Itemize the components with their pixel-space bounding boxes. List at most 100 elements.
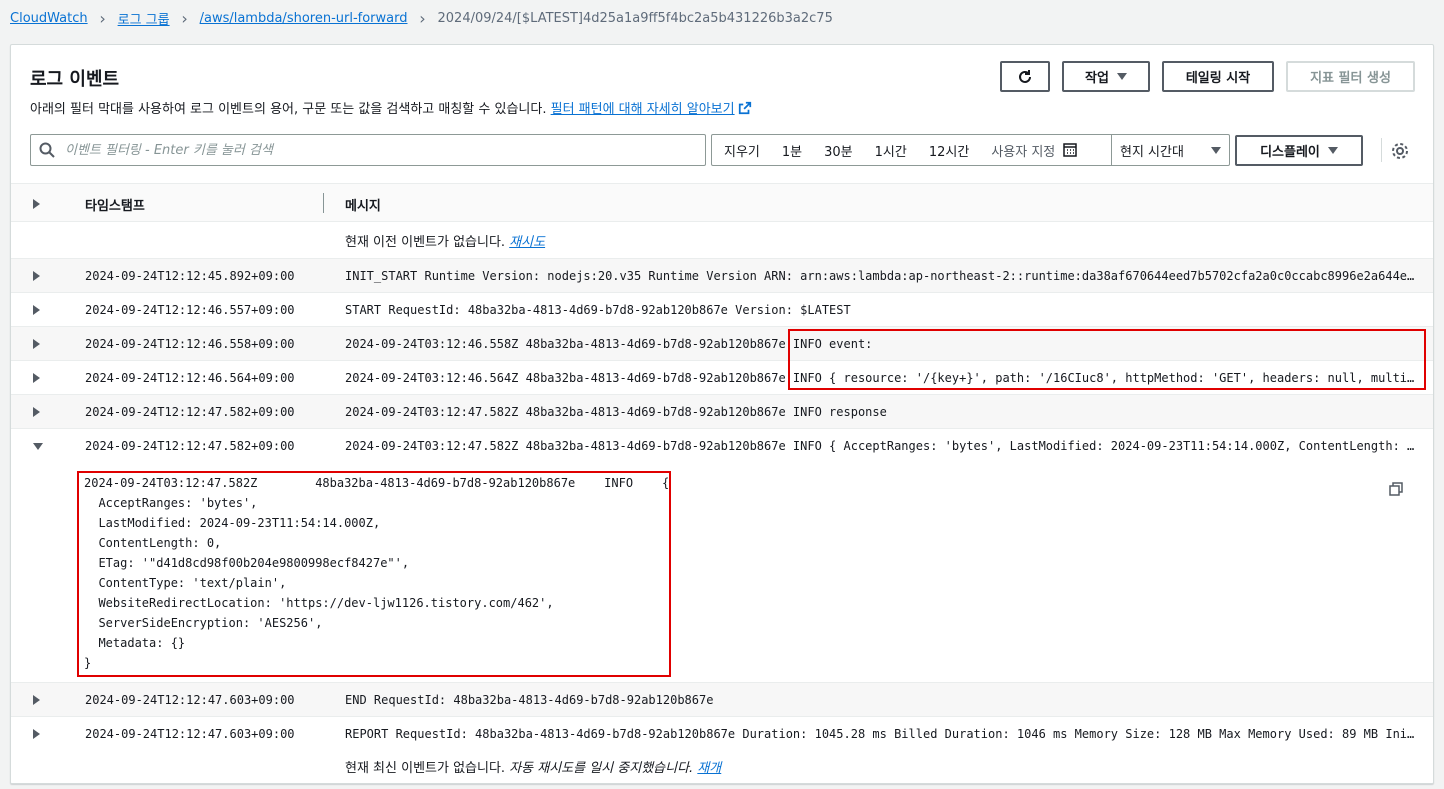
breadcrumb-log-groups[interactable]: 로그 그룹 [118,9,170,28]
actions-label: 작업 [1085,71,1109,86]
start-tailing-button[interactable]: 테일링 시작 [1162,61,1274,92]
row-timestamp: 2024-09-24T12:12:47.582+09:00 [85,405,295,419]
row-timestamp: 2024-09-24T12:12:47.603+09:00 [85,693,295,707]
search-input[interactable] [63,141,705,159]
caret-down-icon [1327,147,1338,154]
display-dropdown[interactable]: 디스플레이 [1235,135,1363,166]
json-line: WebsiteRedirectLocation: 'https://dev-lj… [84,596,554,610]
chevron-right-icon: › [99,8,106,28]
row-message: END RequestId: 48ba32ba-4813-4d69-b7d8-9… [345,693,714,707]
row-message: 2024-09-24T03:12:47.582Z 48ba32ba-4813-4… [345,439,1417,453]
json-line: ContentType: 'text/plain', [84,576,287,590]
breadcrumb: CloudWatch › 로그 그룹 › /aws/lambda/shoren-… [10,0,833,36]
expand-row-icon[interactable] [33,373,40,383]
range-custom-label: 사용자 지정 [991,144,1056,160]
learn-more-link[interactable]: 필터 패턴에 대해 자세히 알아보기 [550,101,752,117]
page-title: 로그 이벤트 [30,69,120,90]
expand-row-icon[interactable] [33,305,40,315]
resume-link[interactable]: 재개 [697,761,721,776]
log-events-panel: 로그 이벤트 아래의 필터 막대를 사용하여 로그 이벤트의 용어, 구문 또는… [10,44,1434,784]
breadcrumb-log-stream: 2024/09/24/[$LATEST]4d25a1a9ff5f4bc2a5b4… [437,10,833,26]
table-row[interactable]: 2024-09-24T12:12:47.603+09:00 REPORT Req… [11,716,1433,750]
create-metric-filter-label: 지표 필터 생성 [1310,71,1391,86]
caret-down-icon [1116,73,1127,80]
no-older-text: 현재 이전 이벤트가 없습니다. 재시도 [345,231,545,250]
expand-row-icon[interactable] [33,695,40,705]
panel-description: 아래의 필터 막대를 사용하여 로그 이벤트의 용어, 구문 또는 값을 검색하… [30,98,752,117]
range-1m[interactable]: 1분 [771,141,813,160]
json-line: 2024-09-24T03:12:47.582Z 48ba32ba-4813-4… [84,476,670,490]
collapse-row-icon[interactable] [33,443,43,450]
json-line: } [84,656,92,670]
table-row[interactable]: 2024-09-24T12:12:47.603+09:00 END Reques… [11,682,1433,716]
display-label: 디스플레이 [1260,145,1320,160]
row-message: 2024-09-24T03:12:46.564Z 48ba32ba-4813-4… [345,371,1417,385]
row-timestamp: 2024-09-24T12:12:47.582+09:00 [85,439,295,453]
no-newer-text: 현재 최신 이벤트가 없습니다. 자동 재시도를 일시 중지했습니다. 재개 [345,757,721,776]
row-timestamp: 2024-09-24T12:12:46.564+09:00 [85,371,295,385]
column-timestamp[interactable]: 타임스탬프 [85,195,145,214]
no-newer-label: 현재 최신 이벤트가 없습니다. [345,761,506,776]
row-message: 2024-09-24T03:12:47.582Z 48ba32ba-4813-4… [345,405,887,419]
range-12h[interactable]: 12시간 [918,141,980,160]
caret-down-icon [1211,146,1221,154]
copy-icon[interactable] [1389,482,1403,496]
timezone-select[interactable]: 현지 시간대 [1111,135,1229,165]
breadcrumb-cloudwatch[interactable]: CloudWatch [10,11,88,26]
description-text: 아래의 필터 막대를 사용하여 로그 이벤트의 용어, 구문 또는 값을 검색하… [30,102,547,117]
refresh-icon [1019,69,1031,83]
gear-icon[interactable] [1391,142,1409,160]
row-timestamp: 2024-09-24T12:12:46.558+09:00 [85,337,295,351]
table-row[interactable]: 2024-09-24T12:12:46.558+09:00 2024-09-24… [11,326,1433,360]
json-line: ContentLength: 0, [84,536,222,550]
learn-more-label: 필터 패턴에 대해 자세히 알아보기 [550,102,735,117]
row-message: REPORT RequestId: 48ba32ba-4813-4d69-b7d… [345,727,1417,741]
refresh-button[interactable] [1000,61,1050,92]
no-older-label: 현재 이전 이벤트가 없습니다. [345,235,506,250]
row-message: INIT_START Runtime Version: nodejs:20.v3… [345,269,1417,283]
row-message: 2024-09-24T03:12:46.558Z 48ba32ba-4813-4… [345,337,873,351]
column-message[interactable]: 메시지 [345,195,381,214]
event-json: 2024-09-24T03:12:47.582Z 48ba32ba-4813-4… [77,471,671,677]
range-clear[interactable]: 지우기 [712,141,771,160]
range-custom[interactable]: 사용자 지정 [980,141,1088,160]
json-line: ServerSideEncryption: 'AES256', [84,616,323,630]
chevron-right-icon: › [181,8,188,28]
row-timestamp: 2024-09-24T12:12:45.892+09:00 [85,269,295,283]
calendar-icon [1063,143,1077,157]
table-header: 타임스탬프 메시지 [11,183,1433,222]
paused-label: 자동 재시도를 일시 중지했습니다. [509,761,694,776]
search-icon [39,142,55,158]
breadcrumb-log-group[interactable]: /aws/lambda/shoren-url-forward [200,11,408,26]
table-row[interactable]: 2024-09-24T12:12:46.564+09:00 2024-09-24… [11,360,1433,394]
expand-row-icon[interactable] [33,271,40,281]
retry-link[interactable]: 재시도 [509,235,545,250]
table-row-expanded[interactable]: 2024-09-24T12:12:47.582+09:00 2024-09-24… [11,428,1433,465]
json-line: Metadata: {} [84,636,186,650]
start-tailing-label: 테일링 시작 [1185,71,1251,86]
json-line: ETag: '"d41d8cd98f00b204e9800998ecf8427e… [84,556,410,570]
divider [1381,138,1382,162]
row-message: START RequestId: 48ba32ba-4813-4d69-b7d8… [345,303,851,317]
row-timestamp: 2024-09-24T12:12:46.557+09:00 [85,303,295,317]
timezone-label: 현지 시간대 [1120,144,1184,160]
chevron-right-icon: › [419,8,426,28]
expand-row-icon[interactable] [33,339,40,349]
event-filter-search[interactable] [30,134,706,166]
column-divider [323,193,324,213]
expand-row-icon[interactable] [33,407,40,417]
table-row[interactable]: 2024-09-24T12:12:45.892+09:00 INIT_START… [11,258,1433,292]
range-30m[interactable]: 30분 [813,141,864,160]
table-row[interactable]: 2024-09-24T12:12:47.582+09:00 2024-09-24… [11,394,1433,428]
expand-all-icon[interactable] [33,199,40,209]
table-row[interactable]: 2024-09-24T12:12:46.557+09:00 START Requ… [11,292,1433,326]
expand-row-icon[interactable] [33,729,40,739]
row-timestamp: 2024-09-24T12:12:47.603+09:00 [85,727,295,741]
expanded-event-detail: 2024-09-24T03:12:47.582Z 48ba32ba-4813-4… [11,465,1433,682]
range-1h[interactable]: 1시간 [864,141,918,160]
create-metric-filter-button[interactable]: 지표 필터 생성 [1286,61,1415,92]
json-line: AcceptRanges: 'bytes', [84,496,258,510]
external-link-icon [738,101,751,115]
actions-dropdown[interactable]: 작업 [1062,61,1150,92]
json-line: LastModified: 2024-09-23T11:54:14.000Z, [84,516,381,530]
